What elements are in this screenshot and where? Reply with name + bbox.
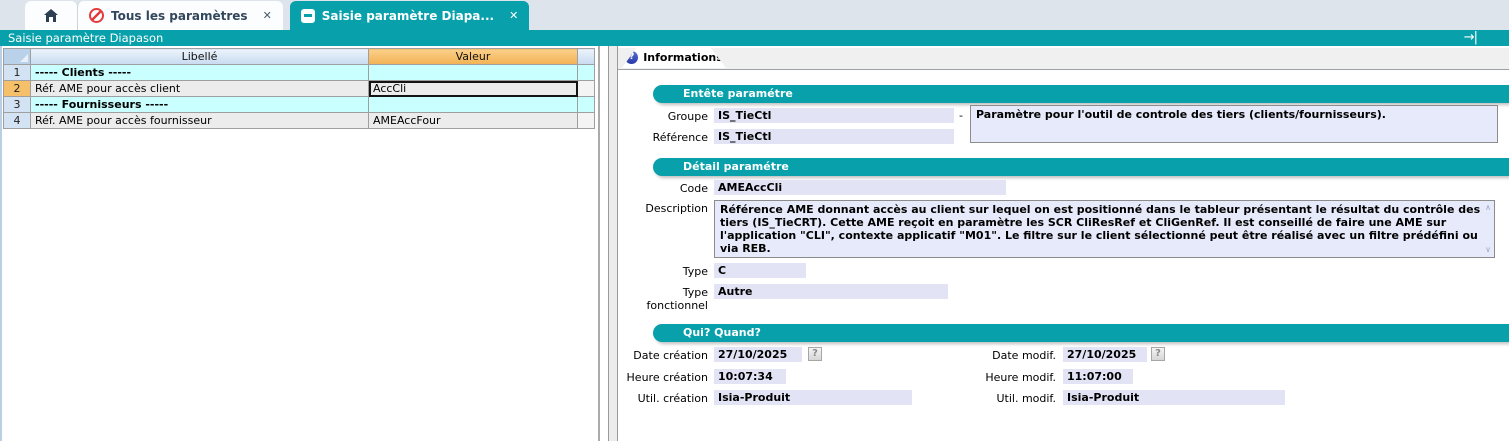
date-creation-field[interactable]: 27/10/2025	[714, 347, 802, 362]
row-number[interactable]: 3	[4, 97, 31, 113]
type-label: Type	[618, 265, 708, 278]
tab-home[interactable]	[25, 1, 77, 30]
cell-sliver	[578, 81, 595, 97]
window-minus-icon	[301, 9, 315, 23]
column-header-sliver	[578, 49, 595, 65]
parameters-table: Libellé Valeur 1 ----- Clients ----- 2 R…	[3, 48, 595, 129]
cell-libelle[interactable]: ----- Clients -----	[31, 65, 369, 81]
table-header-row: Libellé Valeur	[4, 49, 595, 65]
groupe-label: Groupe	[618, 110, 708, 123]
heure-modif-label: Heure modif.	[948, 371, 1056, 384]
date-creation-helper-button[interactable]: ?	[808, 347, 822, 361]
date-modif-field[interactable]: 27/10/2025	[1063, 347, 1147, 362]
section-header-entete: Entête paramétre	[653, 85, 1509, 103]
table-row: 3 ----- Fournisseurs -----	[4, 97, 595, 113]
tab-label: Tous les paramètres	[111, 9, 248, 23]
section-header-qui-quand: Qui? Quand?	[653, 324, 1509, 342]
cell-sliver	[578, 113, 595, 129]
detail-tab-row	[618, 48, 1509, 70]
select-all-corner[interactable]	[4, 49, 31, 65]
close-icon[interactable]: ✕	[509, 9, 518, 22]
type-fonctionnel-field[interactable]: Autre	[714, 284, 948, 299]
groupe-description-box[interactable]: Paramètre pour l'outil de controle des t…	[970, 105, 1498, 143]
panel-splitter[interactable]	[608, 46, 618, 441]
cell-valeur[interactable]	[369, 97, 578, 113]
type-fonctionnel-label: Type fonctionnel	[618, 286, 708, 312]
table-row: 4 Réf. AME pour accès fournisseur AMEAcc…	[4, 113, 595, 129]
cell-libelle[interactable]: Réf. AME pour accès fournisseur	[31, 113, 369, 129]
table-row: 2 Réf. AME pour accès client AccCli	[4, 81, 595, 97]
scroll-up-icon[interactable]: ∧	[1485, 204, 1491, 212]
tab-tous-les-parametres[interactable]: Tous les paramètres ✕	[77, 1, 283, 30]
goto-end-icon[interactable]: →|	[1464, 30, 1477, 45]
row-number[interactable]: 1	[4, 65, 31, 81]
date-creation-label: Date création	[618, 349, 708, 362]
description-label: Description	[618, 202, 708, 215]
groupe-field[interactable]: IS_TieCtl	[714, 108, 954, 123]
tab-saisie-parametre[interactable]: Saisie paramètre Diapa... ✕	[290, 1, 530, 30]
cell-sliver	[578, 65, 595, 81]
column-header-valeur[interactable]: Valeur	[369, 49, 578, 65]
cell-libelle[interactable]: Réf. AME pour accès client	[31, 81, 369, 97]
cell-valeur-selected[interactable]: AccCli	[369, 81, 578, 97]
parameters-grid-panel: Libellé Valeur 1 ----- Clients ----- 2 R…	[0, 46, 600, 441]
code-label: Code	[618, 182, 708, 195]
code-field[interactable]: AMEAccCli	[714, 180, 1006, 195]
type-field[interactable]: C	[714, 263, 806, 278]
tab-label: Saisie paramètre Diapa...	[322, 9, 494, 23]
description-textarea[interactable]: Référence AME donnant accès au client su…	[714, 200, 1495, 258]
reference-label: Référence	[618, 131, 708, 144]
cell-libelle[interactable]: ----- Fournisseurs -----	[31, 97, 369, 113]
row-number[interactable]: 2	[4, 81, 31, 97]
separator-dash: -	[959, 109, 963, 122]
heure-modif-field[interactable]: 11:07:00	[1063, 369, 1133, 384]
home-icon	[43, 8, 59, 23]
heure-creation-label: Heure création	[618, 371, 708, 384]
scroll-down-icon[interactable]: ∨	[1485, 246, 1491, 254]
reference-field[interactable]: IS_TieCtl	[714, 129, 954, 144]
close-icon[interactable]: ✕	[263, 9, 272, 22]
cell-valeur[interactable]: AMEAccFour	[369, 113, 578, 129]
row-number[interactable]: 4	[4, 113, 31, 129]
util-modif-label: Util. modif.	[948, 392, 1056, 405]
section-header-detail: Détail paramétre	[653, 158, 1509, 176]
screen-titlebar: Saisie paramètre Diapason →|	[0, 30, 1509, 46]
date-modif-label: Date modif.	[948, 349, 1056, 362]
table-row: 1 ----- Clients -----	[4, 65, 595, 81]
detail-panel: ? Informations Entête paramétre Groupe I…	[618, 46, 1509, 441]
cell-sliver	[578, 97, 595, 113]
cell-valeur[interactable]	[369, 65, 578, 81]
screen-title: Saisie paramètre Diapason	[8, 31, 163, 45]
column-header-libelle[interactable]: Libellé	[31, 49, 369, 65]
util-modif-field[interactable]: Isia-Produit	[1063, 390, 1285, 405]
heure-creation-field[interactable]: 10:07:34	[714, 369, 786, 384]
description-text: Référence AME donnant accès au client su…	[720, 203, 1480, 255]
tab-strip: Tous les paramètres ✕ Saisie paramètre D…	[0, 0, 1509, 30]
app-window: Tous les paramètres ✕ Saisie paramètre D…	[0, 0, 1509, 441]
tab-informations[interactable]: ? Informations	[622, 47, 726, 68]
util-creation-label: Util. création	[618, 392, 708, 405]
no-entry-icon	[89, 8, 104, 23]
tab-label: Informations	[643, 51, 723, 64]
util-creation-field[interactable]: Isia-Produit	[714, 390, 912, 405]
date-modif-helper-button[interactable]: ?	[1151, 347, 1165, 361]
main-area: Libellé Valeur 1 ----- Clients ----- 2 R…	[0, 46, 1509, 441]
